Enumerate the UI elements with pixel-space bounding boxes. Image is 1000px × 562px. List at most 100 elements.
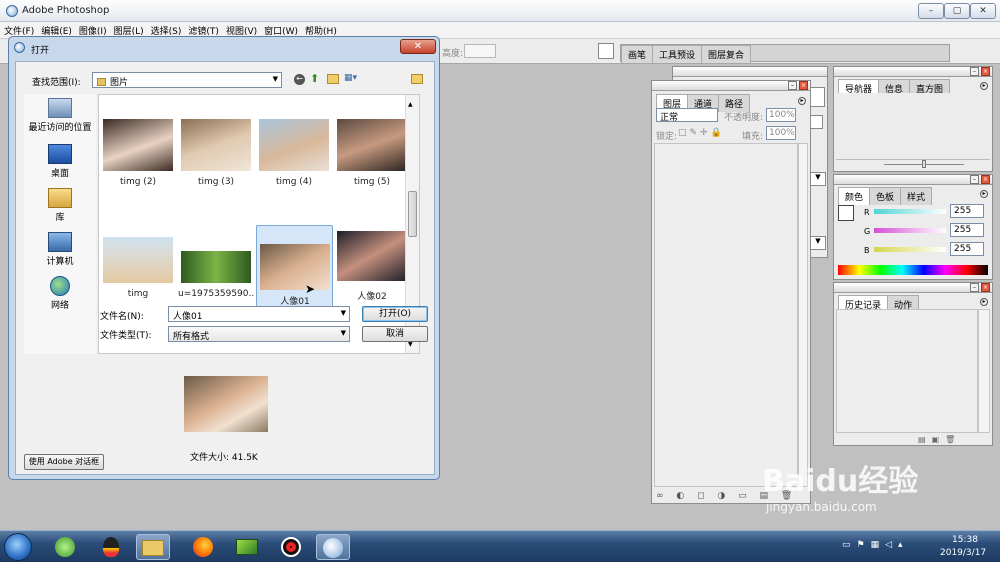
menu-help[interactable]: 帮助(H) xyxy=(301,22,340,37)
look-in-select[interactable]: 图片 ▼ xyxy=(92,72,282,88)
scroll-up-icon[interactable]: ▲ xyxy=(408,101,413,108)
menu-window[interactable]: 窗口(W) xyxy=(260,22,301,37)
start-button[interactable] xyxy=(4,533,32,561)
taskbar-photoshop-icon[interactable] xyxy=(316,534,350,560)
system-tray-icons[interactable]: ▭⚑▦◁▴ xyxy=(842,540,922,554)
lock-label: 锁定: xyxy=(656,132,678,142)
panel-minimize-button[interactable]: – xyxy=(788,81,797,90)
height-input[interactable] xyxy=(464,44,496,58)
layers-list[interactable] xyxy=(654,143,798,487)
fill-input[interactable]: 100% xyxy=(766,126,796,140)
color-spectrum-bar[interactable] xyxy=(838,265,988,275)
place-computer[interactable]: 计算机 xyxy=(27,232,93,267)
menu-filter[interactable]: 滤镜(T) xyxy=(184,22,222,37)
panel-minimize-button[interactable]: – xyxy=(970,175,979,184)
panel-close-button[interactable]: × xyxy=(799,81,808,90)
menu-image[interactable]: 图像(I) xyxy=(75,22,110,37)
history-list[interactable] xyxy=(836,309,978,433)
up-folder-icon[interactable]: ⬆ xyxy=(310,73,322,85)
filetype-select[interactable]: 所有格式 ▼ xyxy=(168,326,350,342)
cancel-button[interactable]: 取消 xyxy=(362,326,428,342)
taskbar-recorder-icon[interactable] xyxy=(274,534,308,560)
new-folder-icon[interactable] xyxy=(327,74,339,84)
lock-icons[interactable]: □✎✛🔒 xyxy=(678,128,725,138)
scroll-down-icon[interactable]: ▼ xyxy=(408,341,413,348)
foreground-color-swatch[interactable] xyxy=(838,205,854,221)
collapse-arrow-icon[interactable]: ▼ xyxy=(810,172,826,186)
panel-menu-icon[interactable]: ▸ xyxy=(798,97,806,105)
tab-tool-presets[interactable]: 工具预设 xyxy=(652,45,703,63)
panel-close-button[interactable]: × xyxy=(981,67,990,76)
view-menu-icon[interactable]: ▦▾ xyxy=(344,73,366,85)
panel-menu-icon[interactable]: ▸ xyxy=(980,190,988,198)
scroll-thumb[interactable] xyxy=(408,191,417,237)
tab-swatches[interactable]: 色板 xyxy=(869,187,902,205)
watermark-url: jingyan.baidu.com xyxy=(766,500,877,514)
layers-scrollbar[interactable] xyxy=(798,143,808,487)
taskbar-qq-icon[interactable] xyxy=(94,534,128,560)
file-item-selected[interactable]: 人像01 ➤ xyxy=(256,225,333,313)
filename-input[interactable]: 人像01 ▼ xyxy=(168,306,350,322)
menu-view[interactable]: 视图(V) xyxy=(222,22,260,37)
place-libraries[interactable]: 库 xyxy=(27,188,93,223)
panel-menu-icon[interactable] xyxy=(809,115,823,129)
file-item[interactable]: timg (2) xyxy=(103,119,176,187)
file-item[interactable]: u=1975359590... xyxy=(178,231,254,299)
history-buttons-bar[interactable]: ▤▣🗑 xyxy=(918,435,988,445)
taskbar-firefox-icon[interactable] xyxy=(186,534,220,560)
zoom-slider[interactable] xyxy=(836,159,990,169)
tab-color[interactable]: 颜色 xyxy=(838,187,871,205)
place-network[interactable]: 网络 xyxy=(27,276,93,311)
taskbar-360-browser-icon[interactable] xyxy=(48,534,82,560)
open-button[interactable]: 打开(O) xyxy=(362,306,428,322)
clock-date: 2019/3/17 xyxy=(940,548,987,558)
tab-layer-comps[interactable]: 图层复合 xyxy=(701,45,752,63)
history-scrollbar[interactable] xyxy=(978,309,990,433)
panel-minimize-button[interactable]: – xyxy=(970,283,979,292)
channel-b-input[interactable]: 255 xyxy=(950,242,984,256)
chevron-down-icon: ▼ xyxy=(340,329,346,337)
place-recent[interactable]: 最近访问的位置 xyxy=(27,98,93,133)
back-icon[interactable]: ← xyxy=(294,74,305,85)
desktop-folder-icon[interactable] xyxy=(411,74,423,84)
place-desktop[interactable]: 桌面 xyxy=(27,144,93,179)
file-item[interactable]: timg (5) xyxy=(337,119,410,187)
panel-menu-icon[interactable]: ▸ xyxy=(980,82,988,90)
opacity-input[interactable]: 100% xyxy=(766,108,796,122)
file-thumbnail xyxy=(181,119,251,171)
menu-layer[interactable]: 图层(L) xyxy=(110,22,147,37)
blend-mode-select[interactable]: 正常 xyxy=(656,108,718,123)
file-item[interactable]: 人像02 xyxy=(337,231,410,302)
recent-places-icon xyxy=(48,98,72,118)
tab-brushes[interactable]: 画笔 xyxy=(621,45,654,63)
taskbar-explorer-icon[interactable] xyxy=(136,534,170,560)
minimize-button[interactable]: – xyxy=(918,3,944,19)
channel-b-slider[interactable] xyxy=(874,247,946,252)
watermark-brand: Baidu经验 xyxy=(762,464,919,499)
close-window-button[interactable]: ✕ xyxy=(970,3,996,19)
channel-g-input[interactable]: 255 xyxy=(950,223,984,237)
panel-close-button[interactable]: × xyxy=(981,175,990,184)
opacity-label: 不透明度: xyxy=(724,113,764,123)
channel-g-slider[interactable] xyxy=(874,228,946,233)
file-item[interactable]: timg xyxy=(103,231,176,299)
zoom-slider-thumb[interactable] xyxy=(922,160,926,168)
channel-r-input[interactable]: 255 xyxy=(950,204,984,218)
menu-file[interactable]: 文件(F) xyxy=(0,22,37,37)
menu-select[interactable]: 选择(S) xyxy=(147,22,185,37)
channel-r-slider[interactable] xyxy=(874,209,946,214)
dialog-close-button[interactable]: ✕ xyxy=(400,39,436,54)
taskbar-media-icon[interactable] xyxy=(230,534,264,560)
mouse-cursor-icon: ➤ xyxy=(305,282,316,296)
panel-menu-icon[interactable]: ▸ xyxy=(980,298,988,306)
palette-well-icon[interactable] xyxy=(598,43,614,59)
tab-styles[interactable]: 样式 xyxy=(900,187,933,205)
panel-close-button[interactable]: × xyxy=(981,283,990,292)
menu-edit[interactable]: 编辑(E) xyxy=(37,22,75,37)
use-adobe-dialog-button[interactable]: 使用 Adobe 对话框 xyxy=(24,454,104,470)
collapse-arrow-icon[interactable]: ▼ xyxy=(810,236,826,250)
panel-minimize-button[interactable]: – xyxy=(970,67,979,76)
maximize-button[interactable]: ▢ xyxy=(944,3,970,19)
file-item[interactable]: timg (4) xyxy=(259,119,332,187)
file-item[interactable]: timg (3) xyxy=(181,119,254,187)
